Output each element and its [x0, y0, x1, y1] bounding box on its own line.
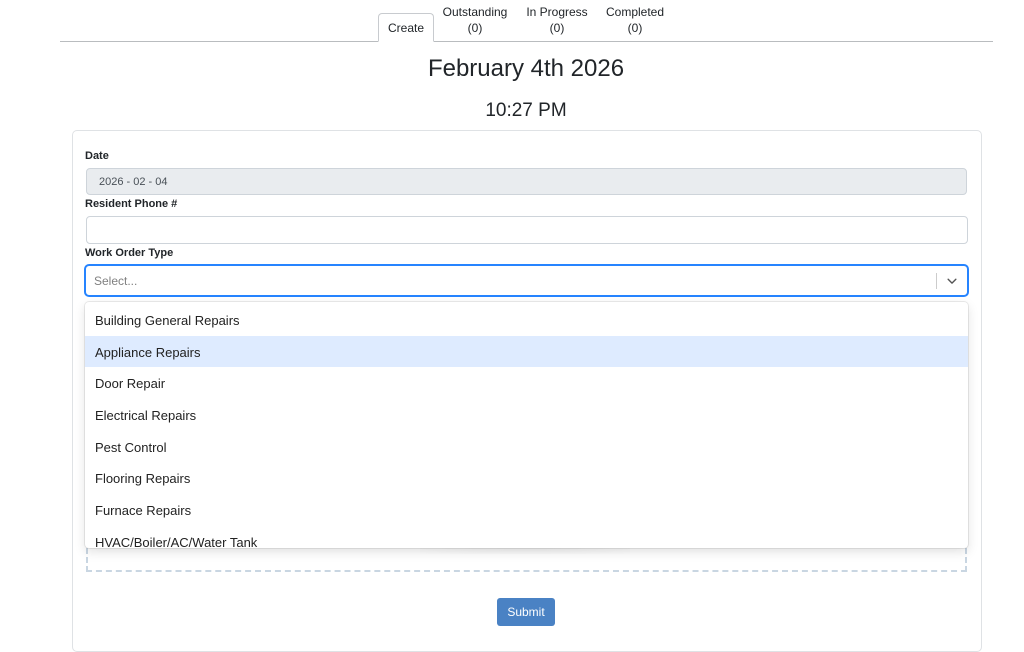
select-separator — [936, 273, 937, 289]
phone-label: Resident Phone # — [85, 198, 178, 210]
tab-completed[interactable]: Completed (0) — [602, 4, 668, 36]
page-time-heading: 10:27 PM — [485, 100, 567, 121]
option-electrical-repairs[interactable]: Electrical Repairs — [85, 399, 968, 431]
option-hvac-boiler-ac-water-tank[interactable]: HVAC/Boiler/AC/Water Tank — [85, 526, 968, 548]
chevron-down-icon[interactable] — [945, 274, 959, 288]
option-building-general-repairs[interactable]: Building General Repairs — [85, 304, 968, 336]
page-date-heading: February 4th 2026 — [427, 55, 625, 82]
tab-in-progress-label: In Progress — [526, 5, 588, 19]
tab-create-label: Create — [387, 21, 425, 35]
option-flooring-repairs[interactable]: Flooring Repairs — [85, 462, 968, 494]
upload-dropzone[interactable] — [86, 548, 967, 572]
tab-create[interactable]: Create — [378, 13, 434, 42]
work-order-type-menu: Building General Repairs Appliance Repai… — [85, 302, 968, 548]
tab-outstanding[interactable]: Outstanding (0) — [438, 4, 512, 36]
option-pest-control[interactable]: Pest Control — [85, 431, 968, 463]
option-appliance-repairs[interactable]: Appliance Repairs — [85, 335, 968, 368]
work-order-type-select[interactable]: Select... — [85, 265, 968, 296]
date-label: Date — [85, 150, 109, 162]
submit-button[interactable]: Submit — [497, 598, 555, 626]
tab-completed-label: Completed — [605, 5, 665, 19]
option-door-repair[interactable]: Door Repair — [85, 367, 968, 399]
option-furnace-repairs[interactable]: Furnace Repairs — [85, 494, 968, 526]
work-order-type-label: Work Order Type — [85, 247, 174, 259]
tab-outstanding-count: (0) — [467, 21, 483, 35]
tab-in-progress[interactable]: In Progress (0) — [522, 4, 592, 36]
tab-in-progress-count: (0) — [549, 21, 565, 35]
tab-completed-count: (0) — [627, 21, 643, 35]
tab-bar: Create Outstanding (0) In Progress (0) C… — [60, 0, 993, 42]
date-field: 2026 - 02 - 04 — [86, 168, 967, 195]
date-field-value: 2026 - 02 - 04 — [99, 175, 168, 188]
tab-outstanding-label: Outstanding — [442, 5, 508, 19]
phone-field[interactable] — [86, 216, 968, 244]
select-placeholder: Select... — [94, 274, 138, 288]
